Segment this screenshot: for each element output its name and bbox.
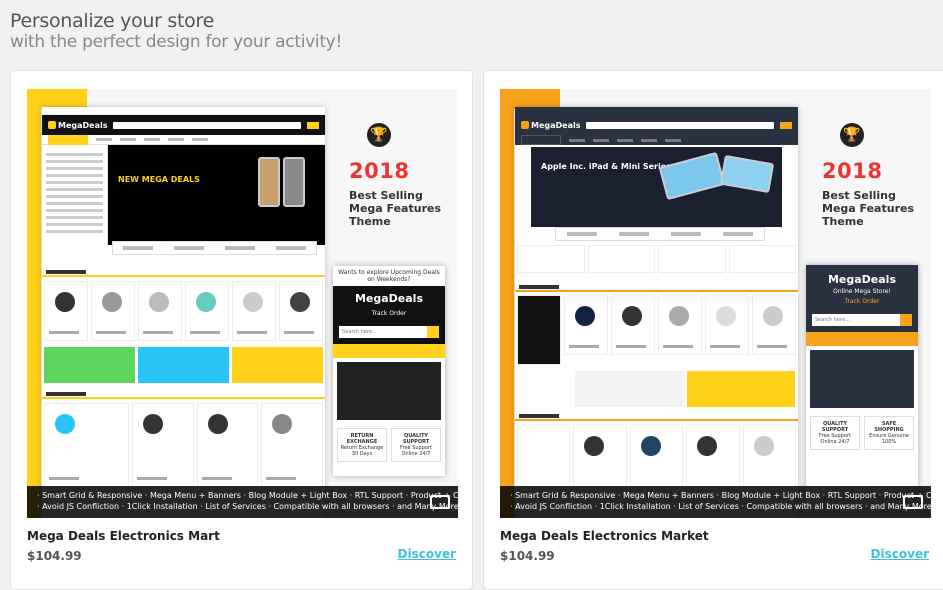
responsive-device-icon: [903, 495, 923, 509]
mobile-preview: Wants to explore Upcoming Deals on Weeke…: [333, 266, 445, 476]
product-title[interactable]: Mega Deals Electronics Market: [500, 529, 709, 543]
desktop-preview: MegaDeals NEW MEGA DEALS: [42, 107, 325, 518]
badge-text: Best Selling Mega Features Theme: [822, 189, 915, 228]
theme-card[interactable]: MegaDeals Apple Inc. iPad & Mini Series …: [483, 70, 943, 590]
page-subtitle: with the perfect design for your activit…: [10, 32, 342, 52]
responsive-device-icon: [430, 495, 450, 509]
features-overlay: · Smart Grid & Responsive · Mega Menu + …: [500, 486, 931, 518]
product-title[interactable]: Mega Deals Electronics Mart: [27, 529, 220, 543]
features-overlay: · Smart Grid & Responsive · Mega Menu + …: [27, 486, 458, 518]
trophy-icon: 🏆: [840, 123, 864, 147]
theme-card[interactable]: MegaDeals NEW MEGA DEALS 🏆 2018 Best Sel…: [10, 70, 473, 590]
product-price: $104.99: [500, 549, 555, 563]
mobile-preview: MegaDeals Online Mega Store! Track Order…: [806, 265, 918, 495]
page-header: Personalize your store with the perfect …: [10, 10, 342, 52]
theme-preview-image[interactable]: MegaDeals Apple Inc. iPad & Mini Series …: [500, 89, 931, 518]
badge-text: Best Selling Mega Features Theme: [349, 189, 442, 228]
discover-link[interactable]: Discover: [871, 547, 929, 561]
desktop-preview: MegaDeals Apple Inc. iPad & Mini Series: [515, 107, 798, 518]
theme-preview-image[interactable]: MegaDeals NEW MEGA DEALS 🏆 2018 Best Sel…: [27, 89, 458, 518]
discover-link[interactable]: Discover: [398, 547, 456, 561]
trophy-icon: 🏆: [367, 123, 391, 147]
badge-year: 2018: [822, 159, 883, 183]
product-price: $104.99: [27, 549, 82, 563]
badge-year: 2018: [349, 159, 410, 183]
page-title: Personalize your store: [10, 10, 214, 32]
